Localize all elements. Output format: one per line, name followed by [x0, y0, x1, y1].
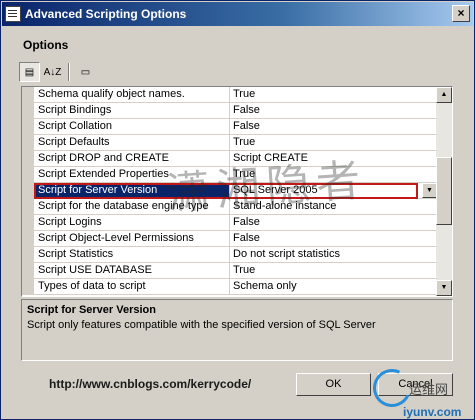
row-gutter — [22, 119, 34, 134]
property-row[interactable]: Script USE DATABASE True — [22, 263, 437, 279]
dialog-window: Advanced Scripting Options × Options ▤ A… — [0, 0, 475, 420]
scroll-up-icon[interactable]: ▲ — [436, 87, 452, 103]
toolbar-separator — [68, 63, 70, 81]
logo-cn-text: 运维网 — [409, 382, 449, 397]
dropdown-arrow-icon[interactable]: ▼ — [422, 183, 437, 198]
logo-text: iyunv.com — [403, 405, 462, 419]
property-name[interactable]: Schema qualify object names. — [34, 87, 230, 102]
property-name[interactable]: Script USE DATABASE — [34, 263, 230, 278]
row-gutter — [22, 247, 34, 262]
property-row[interactable]: Schema qualify object names. True — [22, 87, 437, 103]
property-value[interactable]: True — [230, 87, 437, 102]
property-value[interactable]: True — [230, 263, 437, 278]
window-icon — [5, 6, 21, 22]
row-gutter — [22, 183, 34, 198]
row-gutter — [22, 151, 34, 166]
property-name[interactable]: Script Object-Level Permissions — [34, 231, 230, 246]
row-gutter — [22, 167, 34, 182]
property-value[interactable]: False — [230, 103, 437, 118]
property-toolbar: ▤ A↓Z ▭ — [19, 61, 96, 83]
property-row[interactable]: Script Statistics Do not script statistic… — [22, 247, 437, 263]
title-bar: Advanced Scripting Options × — [2, 2, 473, 26]
row-gutter — [22, 103, 34, 118]
vertical-scrollbar[interactable]: ▲ ▼ — [436, 87, 452, 296]
property-row[interactable]: Types of data to script Schema only — [22, 279, 437, 295]
scroll-down-icon[interactable]: ▼ — [436, 280, 452, 296]
description-panel: Script for Server Version Script only fe… — [21, 299, 453, 361]
row-gutter — [22, 279, 34, 294]
close-button[interactable]: × — [452, 5, 470, 22]
row-gutter — [22, 87, 34, 102]
property-row[interactable]: Script Collation False — [22, 119, 437, 135]
description-title: Script for Server Version — [27, 304, 156, 316]
property-value[interactable]: False — [230, 119, 437, 134]
property-row[interactable]: Script Bindings False — [22, 103, 437, 119]
property-value[interactable]: Schema only — [230, 279, 437, 294]
property-row[interactable]: Script Object-Level Permissions False — [22, 231, 437, 247]
property-value[interactable]: False — [230, 215, 437, 230]
property-name[interactable]: Types of data to script — [34, 279, 230, 294]
window-title: Advanced Scripting Options — [25, 7, 187, 21]
options-heading: Options — [23, 38, 69, 52]
property-name[interactable]: Script Defaults — [34, 135, 230, 150]
description-text: Script only features compatible with the… — [27, 319, 376, 331]
site-logo-watermark: 运维网 iyunv.com — [367, 363, 473, 419]
alphabetical-sort-icon[interactable]: A↓Z — [42, 62, 63, 82]
row-gutter — [22, 263, 34, 278]
property-name[interactable]: Script Collation — [34, 119, 230, 134]
property-name[interactable]: Script Statistics — [34, 247, 230, 262]
row-gutter — [22, 135, 34, 150]
property-value[interactable]: Do not script statistics — [230, 247, 437, 262]
blog-url-watermark: http://www.cnblogs.com/kerrycode/ — [49, 377, 252, 391]
property-pages-icon[interactable]: ▭ — [75, 62, 96, 82]
ok-button[interactable]: OK — [296, 373, 371, 396]
scroll-thumb[interactable] — [436, 157, 452, 225]
property-value[interactable]: False — [230, 231, 437, 246]
row-gutter — [22, 231, 34, 246]
row-gutter — [22, 215, 34, 230]
property-row[interactable]: Script Defaults True — [22, 135, 437, 151]
categorized-icon[interactable]: ▤ — [19, 62, 40, 82]
row-gutter — [22, 199, 34, 214]
property-name[interactable]: Script Bindings — [34, 103, 230, 118]
